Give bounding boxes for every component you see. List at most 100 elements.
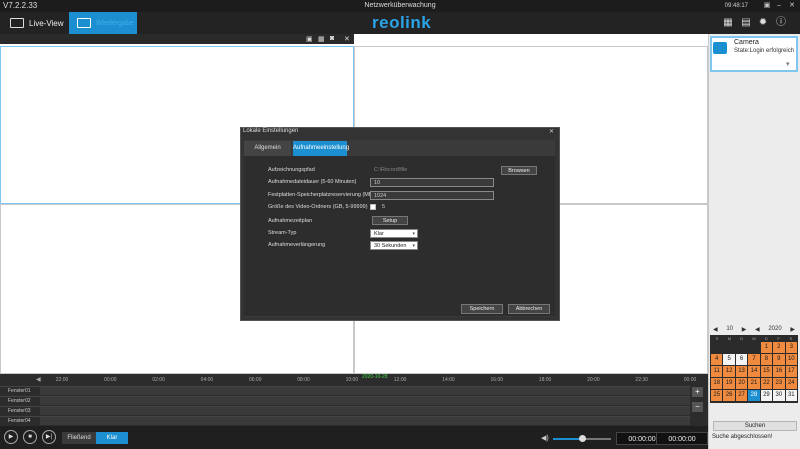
tab-playback[interactable]: Wiedergabe bbox=[69, 12, 137, 34]
calendar-day[interactable]: 27 bbox=[735, 390, 748, 401]
volume-knob[interactable] bbox=[579, 435, 586, 442]
gear-icon[interactable]: ✹ bbox=[757, 17, 769, 29]
calendar-day[interactable]: 4 bbox=[711, 354, 723, 365]
timeline-row[interactable]: Fenster02 bbox=[0, 396, 690, 405]
calendar-day[interactable]: 6 bbox=[735, 354, 748, 365]
path-label: Aufzeichnungspfad bbox=[268, 167, 315, 173]
calendar-day[interactable]: 9 bbox=[773, 354, 785, 365]
calendar-empty-cell bbox=[735, 342, 748, 353]
schedule-label: Aufnahmezeitplan bbox=[268, 218, 313, 224]
timeline-row-label: Fenster02 bbox=[8, 398, 31, 404]
next-month-icon[interactable]: ▶ bbox=[742, 326, 747, 333]
stream-type-label: Stream-Typ bbox=[268, 230, 297, 236]
pane-close-icon[interactable]: ✕ bbox=[344, 35, 350, 43]
play-button[interactable]: ▶ bbox=[4, 430, 18, 444]
volume-fill bbox=[553, 438, 582, 440]
chevron-down-icon: ▾ bbox=[412, 243, 415, 249]
camera-menu-icon[interactable]: ▾ bbox=[786, 60, 790, 68]
calendar-day[interactable]: 16 bbox=[773, 366, 785, 377]
setup-button[interactable]: Setup bbox=[372, 216, 408, 225]
zoom-out-button[interactable]: − bbox=[692, 402, 703, 412]
chevron-down-icon: ▾ bbox=[412, 231, 415, 237]
browse-button[interactable]: Browsen bbox=[501, 166, 537, 175]
calendar-day[interactable]: 21 bbox=[748, 378, 760, 389]
calendar-day[interactable]: 7 bbox=[748, 354, 760, 365]
calendar-day[interactable]: 12 bbox=[723, 366, 735, 377]
calendar-day[interactable]: 20 bbox=[735, 378, 748, 389]
save-button[interactable]: Speichern bbox=[461, 304, 503, 314]
tab-live-view[interactable]: Live-View bbox=[0, 12, 68, 34]
calendar-day[interactable]: 31 bbox=[785, 390, 797, 401]
timeline-row[interactable]: Fenster04 bbox=[0, 416, 690, 425]
stream-clear-toggle[interactable]: Klar bbox=[96, 432, 128, 444]
tab-general[interactable]: Allgemein bbox=[244, 141, 291, 156]
calendar-day[interactable]: 3 bbox=[785, 342, 797, 353]
step-button[interactable]: ▶| bbox=[42, 430, 56, 444]
calendar-day[interactable]: 29 bbox=[760, 390, 773, 401]
timeline-row-label: Fenster01 bbox=[8, 388, 31, 394]
timeline-track[interactable] bbox=[40, 387, 690, 395]
calendar-day[interactable]: 30 bbox=[773, 390, 785, 401]
disk-input[interactable]: 1024 bbox=[370, 191, 494, 200]
timeline-row[interactable]: Fenster01 bbox=[0, 386, 690, 395]
timeline-track[interactable] bbox=[40, 407, 690, 415]
close-icon[interactable]: ✕ bbox=[787, 1, 797, 10]
calendar-day[interactable]: 13 bbox=[735, 366, 748, 377]
next-year-icon[interactable]: ▶ bbox=[790, 326, 795, 333]
calendar-day[interactable]: 8 bbox=[760, 354, 773, 365]
timeline-tick: 16:00 bbox=[490, 377, 504, 383]
timeline-tick: 14:00 bbox=[442, 377, 455, 383]
calendar-day[interactable]: 18 bbox=[711, 378, 723, 389]
playback-icon bbox=[77, 18, 91, 28]
stream-type-select[interactable]: Klar ▾ bbox=[370, 229, 418, 238]
camera-icon[interactable]: ◙ bbox=[330, 35, 334, 42]
stream-fluent-toggle[interactable]: Fließend bbox=[62, 432, 96, 444]
timeline-track[interactable] bbox=[40, 397, 690, 405]
calendar-day[interactable]: 25 bbox=[711, 390, 723, 401]
calendar-month[interactable]: 10 bbox=[726, 326, 733, 332]
timeline-tick: 00:00 bbox=[104, 377, 117, 383]
monitor-icon bbox=[10, 18, 24, 28]
calendar-day[interactable]: 23 bbox=[773, 378, 785, 389]
calendar-year[interactable]: 2020 bbox=[768, 326, 781, 332]
settings-small-icon[interactable]: ▣ bbox=[762, 1, 772, 10]
calendar-day[interactable]: 10 bbox=[785, 354, 797, 365]
prev-year-icon[interactable]: ◀ bbox=[755, 326, 760, 333]
tab-live-view-label: Live-View bbox=[29, 18, 64, 28]
search-button[interactable]: Suchen bbox=[713, 421, 797, 431]
layout-icon[interactable]: ▦ bbox=[722, 17, 734, 29]
list-icon[interactable]: ▤ bbox=[740, 17, 752, 29]
record-icon[interactable]: ▣ bbox=[306, 35, 313, 43]
calendar-day[interactable]: 19 bbox=[723, 378, 735, 389]
calendar-day[interactable]: 26 bbox=[723, 390, 735, 401]
volume-icon[interactable]: ◀) bbox=[541, 434, 549, 442]
calendar-day[interactable]: 5 bbox=[723, 354, 735, 365]
calendar-day[interactable]: 11 bbox=[711, 366, 723, 377]
size-checkbox[interactable] bbox=[370, 204, 376, 210]
minimize-icon[interactable]: – bbox=[774, 1, 784, 10]
info-icon[interactable]: ⓘ bbox=[775, 17, 787, 29]
calendar-day[interactable]: 14 bbox=[748, 366, 760, 377]
grid-icon[interactable]: ▦ bbox=[318, 35, 325, 43]
prev-month-icon[interactable]: ◀ bbox=[713, 326, 718, 333]
calendar-day[interactable]: 22 bbox=[760, 378, 773, 389]
cancel-button[interactable]: Abbrechen bbox=[508, 304, 550, 314]
calendar-day[interactable]: 28 bbox=[748, 390, 760, 401]
timeline-tick: 22:30 bbox=[635, 377, 648, 383]
tab-recording-settings[interactable]: Aufnahmeeinstellung bbox=[293, 141, 349, 156]
zoom-in-button[interactable]: + bbox=[692, 387, 703, 397]
duration-input[interactable]: 10 bbox=[370, 178, 494, 187]
calendar-day[interactable]: 17 bbox=[785, 366, 797, 377]
size-value: 5 bbox=[382, 204, 386, 210]
dialog-close-icon[interactable]: ✕ bbox=[549, 128, 554, 135]
calendar-day[interactable]: 1 bbox=[760, 342, 773, 353]
calendar-day[interactable]: 2 bbox=[773, 342, 785, 353]
stop-button[interactable]: ■ bbox=[23, 430, 37, 444]
extension-select[interactable]: 30 Sekunden ▾ bbox=[370, 241, 418, 250]
calendar-day[interactable]: 15 bbox=[760, 366, 773, 377]
calendar-day[interactable]: 24 bbox=[785, 378, 797, 389]
timeline-tick: 00:00 bbox=[683, 377, 697, 383]
calendar-empty-cell bbox=[748, 342, 760, 353]
timeline-row[interactable]: Fenster03 bbox=[0, 406, 690, 415]
timeline-track[interactable] bbox=[40, 417, 690, 425]
